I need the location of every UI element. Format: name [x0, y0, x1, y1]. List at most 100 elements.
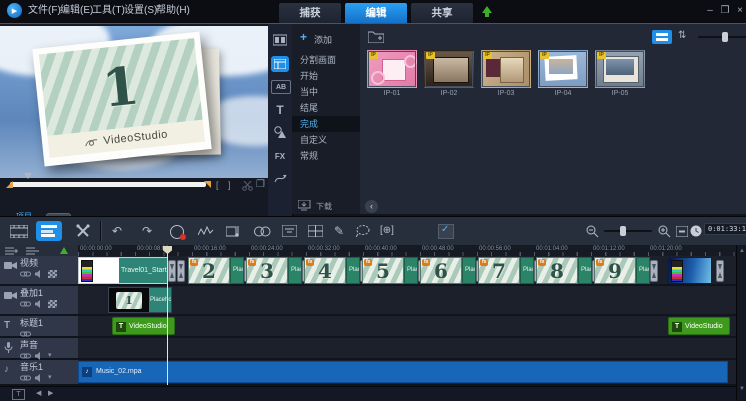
- link-icon[interactable]: [20, 352, 31, 360]
- auto-music-icon[interactable]: [226, 225, 241, 238]
- thumbnail-view-button[interactable]: [652, 30, 672, 44]
- track-volume-icon[interactable]: [35, 352, 44, 360]
- media-library-icon[interactable]: [273, 34, 287, 46]
- scroll-left-icon[interactable]: ◀: [36, 389, 41, 397]
- placeholder-gap[interactable]: Placeholder: [230, 257, 244, 284]
- title-clip[interactable]: T VideoStudio: [112, 317, 175, 335]
- category-split-screen[interactable]: 分割画面: [292, 52, 360, 68]
- restore-button[interactable]: ❐: [719, 0, 731, 22]
- split-screen-creator-icon[interactable]: [308, 225, 323, 237]
- title-library-icon[interactable]: T: [271, 102, 289, 118]
- track-manager-icon[interactable]: [26, 247, 40, 255]
- template-thumb[interactable]: IP: [481, 50, 531, 88]
- undo-button[interactable]: ↶: [112, 223, 122, 239]
- track-volume-icon[interactable]: [35, 270, 44, 278]
- placeholder-clip-3[interactable]: fx3: [246, 257, 288, 284]
- mark-out-icon[interactable]: ]: [228, 180, 231, 190]
- placeholder-clip-9[interactable]: fx9: [594, 257, 636, 284]
- placeholder-clip-4[interactable]: fx4: [304, 257, 346, 284]
- transition-icon[interactable]: [650, 260, 658, 282]
- transparency-icon[interactable]: [48, 270, 57, 278]
- painting-creator-icon[interactable]: ✎: [334, 223, 344, 239]
- menu-edit[interactable]: 编辑(E): [60, 0, 93, 22]
- chevron-down-icon[interactable]: ▾: [48, 352, 52, 360]
- link-icon[interactable]: [20, 374, 31, 382]
- storyboard-view-icon[interactable]: [10, 225, 28, 238]
- placeholder-clip-5[interactable]: fx5: [362, 257, 404, 284]
- link-icon[interactable]: [20, 270, 31, 278]
- tab-share[interactable]: 共享: [410, 2, 474, 23]
- placeholder-gap[interactable]: Placeholder: [404, 257, 418, 284]
- scrub-handle[interactable]: [24, 173, 32, 179]
- placeholder-clip-2[interactable]: fx2: [188, 257, 230, 284]
- placeholder-clip-7[interactable]: fx7: [478, 257, 520, 284]
- tab-capture[interactable]: 捕获: [278, 2, 342, 23]
- motion-tracking-icon[interactable]: [⊕]: [380, 223, 394, 239]
- timeline-ruler[interactable]: 00:00:00:00 00:00:08:00 00:00:16:00 00:0…: [78, 245, 736, 256]
- category-middle[interactable]: 当中: [292, 84, 360, 100]
- overlay-clip[interactable]: 1 Placeholder: [108, 287, 172, 313]
- split-clip-icon[interactable]: [242, 181, 253, 191]
- scroll-down-icon[interactable]: ▼: [737, 386, 746, 392]
- transparency-icon[interactable]: [48, 300, 57, 308]
- batch-convert-icon[interactable]: ✓: [438, 224, 454, 239]
- placeholder-gap[interactable]: Placeholder: [462, 257, 476, 284]
- graphic-library-icon[interactable]: [274, 126, 286, 138]
- scroll-up-icon[interactable]: ▲: [737, 248, 746, 254]
- record-capture-button[interactable]: [170, 225, 184, 239]
- placeholder-gap[interactable]: Placeholder: [288, 257, 302, 284]
- template-thumb[interactable]: IP: [367, 50, 417, 88]
- thumb-size-handle[interactable]: [722, 32, 728, 42]
- filter-library-icon[interactable]: FX: [271, 148, 289, 164]
- timeline-view-button[interactable]: [36, 221, 62, 241]
- placeholder-gap[interactable]: Placeholder: [520, 257, 534, 284]
- minimize-button[interactable]: –: [704, 0, 716, 22]
- transition-icon[interactable]: [177, 260, 185, 282]
- show-all-tracks-icon[interactable]: [5, 247, 19, 255]
- menu-settings[interactable]: 设置(S): [124, 0, 157, 22]
- mix-tools-icon[interactable]: [76, 224, 90, 238]
- menu-tools[interactable]: 工具(T): [92, 0, 125, 22]
- tab-edit[interactable]: 编辑: [344, 2, 408, 23]
- instant-project-icon[interactable]: [271, 56, 289, 72]
- category-ending[interactable]: 结尾: [292, 100, 360, 116]
- title-clip[interactable]: T VideoStudio: [668, 317, 730, 335]
- redo-button[interactable]: ↷: [142, 223, 152, 239]
- category-custom[interactable]: 自定义: [292, 132, 360, 148]
- track-header-video[interactable]: 视频: [0, 256, 78, 284]
- project-duration[interactable]: 0:01:33:18: [704, 223, 746, 235]
- close-button[interactable]: ×: [734, 0, 746, 22]
- clip-travel01-start[interactable]: Travel01_Start: [78, 257, 168, 284]
- zoom-out-icon[interactable]: [586, 225, 599, 238]
- download-label[interactable]: 下载: [316, 201, 332, 212]
- playhead-line[interactable]: [167, 246, 168, 385]
- placeholder-gap[interactable]: Placeholder: [636, 257, 650, 284]
- subtitle-track-toggle[interactable]: T: [12, 389, 25, 400]
- title-track-lane[interactable]: [78, 316, 736, 336]
- trim-end-handle[interactable]: [204, 181, 211, 188]
- enlarge-preview-icon[interactable]: ❐: [256, 179, 265, 190]
- subtitle-editor-icon[interactable]: [282, 225, 297, 237]
- placeholder-clip-8[interactable]: fx8: [536, 257, 578, 284]
- voice-track-lane[interactable]: [78, 338, 736, 358]
- placeholder-clip-6[interactable]: fx6: [420, 257, 462, 284]
- add-chapter-point-icon[interactable]: [60, 247, 68, 254]
- trim-start-handle[interactable]: [6, 181, 13, 188]
- track-volume-icon[interactable]: [35, 300, 44, 308]
- color-grading-icon[interactable]: [254, 226, 271, 237]
- link-icon[interactable]: [20, 300, 31, 308]
- collapse-panel-button[interactable]: ‹: [365, 200, 378, 213]
- placeholder-gap[interactable]: Placeholder: [346, 257, 360, 284]
- timeline-zoom-handle[interactable]: [620, 226, 626, 236]
- track-header-title[interactable]: T 标题1: [0, 316, 78, 336]
- scrub-bar[interactable]: [10, 182, 206, 187]
- track-header-music[interactable]: ♪ 音乐1 ▾: [0, 360, 78, 384]
- template-thumb[interactable]: IP: [538, 50, 588, 88]
- overlay-track-lane[interactable]: [78, 286, 736, 314]
- download-templates-icon[interactable]: [298, 200, 312, 211]
- timeline-scrollbar[interactable]: ▲ ▼: [736, 245, 746, 400]
- timeline-zoom-slider[interactable]: [604, 230, 652, 232]
- music-clip[interactable]: ♪ Music_02.mpa: [78, 361, 728, 383]
- template-thumb[interactable]: IP: [424, 50, 474, 88]
- add-folder-icon[interactable]: [368, 30, 384, 43]
